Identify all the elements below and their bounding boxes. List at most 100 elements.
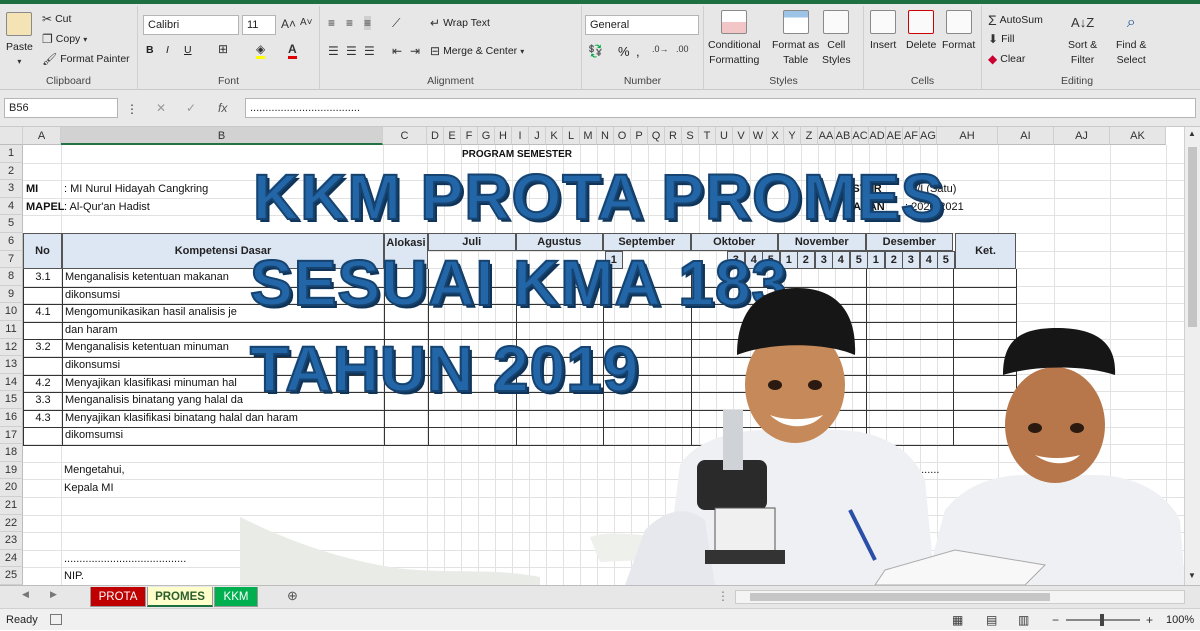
- number-format-select[interactable]: General: [585, 15, 699, 35]
- font-size-select[interactable]: 11: [242, 15, 276, 35]
- orientation-button[interactable]: ⟋: [392, 16, 400, 31]
- column-header-AF[interactable]: AF: [903, 127, 920, 145]
- fill-button[interactable]: ⬇ Fill: [988, 32, 1014, 46]
- column-header-K[interactable]: K: [546, 127, 563, 145]
- conditional-formatting-button[interactable]: Conditional Formatting: [708, 10, 761, 66]
- tab-promes[interactable]: PROMES: [147, 587, 213, 607]
- underline-button[interactable]: U: [184, 44, 192, 56]
- column-header-P[interactable]: P: [631, 127, 648, 145]
- row-header-21[interactable]: 21: [0, 497, 23, 515]
- format-painter-button[interactable]: 🖌 Format Painter: [42, 52, 130, 66]
- copy-button[interactable]: ❐ Copy ▾: [42, 32, 87, 46]
- column-header-W[interactable]: W: [750, 127, 767, 145]
- hscroll-thumb[interactable]: [750, 593, 1050, 601]
- align-bottom-button[interactable]: ≡: [364, 16, 372, 30]
- column-header-L[interactable]: L: [563, 127, 580, 145]
- align-right-button[interactable]: ☰: [364, 44, 375, 58]
- column-header-O[interactable]: O: [614, 127, 631, 145]
- column-header-M[interactable]: M: [580, 127, 597, 145]
- tab-split-icon[interactable]: ⋮: [717, 589, 729, 603]
- column-header-C[interactable]: C: [383, 127, 427, 145]
- row-header-17[interactable]: 17: [0, 426, 23, 445]
- zoom-in-icon[interactable]: +: [1146, 609, 1153, 631]
- row-header-10[interactable]: 10: [0, 303, 23, 321]
- merge-center-button[interactable]: ⊟ Merge & Center ▾: [430, 44, 524, 58]
- scroll-thumb[interactable]: [1188, 147, 1197, 327]
- row-header-4[interactable]: 4: [0, 197, 23, 216]
- fill-color-button[interactable]: ◈: [256, 42, 266, 59]
- comma-button[interactable]: ,: [636, 44, 640, 59]
- column-header-AH[interactable]: AH: [937, 127, 998, 145]
- row-header-1[interactable]: 1: [0, 145, 23, 163]
- row-header-8[interactable]: 8: [0, 268, 23, 286]
- column-header-Y[interactable]: Y: [784, 127, 801, 145]
- row-header-14[interactable]: 14: [0, 373, 23, 392]
- row-header-15[interactable]: 15: [0, 391, 23, 409]
- grow-font-button[interactable]: A˄: [281, 17, 296, 31]
- row-header-19[interactable]: 19: [0, 461, 23, 480]
- column-header-AK[interactable]: AK: [1110, 127, 1166, 145]
- italic-button[interactable]: I: [166, 44, 169, 56]
- column-header-A[interactable]: A: [23, 127, 61, 145]
- select-all-corner[interactable]: [0, 127, 23, 145]
- row-header-24[interactable]: 24: [0, 549, 23, 568]
- add-sheet-icon[interactable]: ⊕: [287, 588, 298, 604]
- row-header-11[interactable]: 11: [0, 321, 23, 339]
- column-header-S[interactable]: S: [682, 127, 699, 145]
- row-header-23[interactable]: 23: [0, 532, 23, 550]
- font-name-select[interactable]: Calibri: [143, 15, 239, 35]
- delete-button[interactable]: Delete: [906, 10, 936, 51]
- column-header-T[interactable]: T: [699, 127, 716, 145]
- column-header-AJ[interactable]: AJ: [1054, 127, 1110, 145]
- sort-filter-button[interactable]: A↓Z Sort & Filter: [1068, 10, 1097, 66]
- row-header-7[interactable]: 7: [0, 250, 23, 269]
- zoom-slider[interactable]: [1066, 614, 1140, 626]
- scroll-down-icon[interactable]: ▼: [1188, 571, 1196, 580]
- wrap-text-button[interactable]: ↵ Wrap Text: [430, 16, 490, 30]
- horizontal-scrollbar[interactable]: [735, 590, 1185, 604]
- column-header-U[interactable]: U: [716, 127, 733, 145]
- scroll-up-icon[interactable]: ▲: [1188, 129, 1196, 138]
- decrease-indent-button[interactable]: ⇤: [392, 44, 402, 58]
- align-center-button[interactable]: ☰: [346, 44, 357, 58]
- tab-kkm[interactable]: KKM: [214, 587, 258, 607]
- row-header-12[interactable]: 12: [0, 338, 23, 357]
- formula-input[interactable]: ....................................: [245, 98, 1196, 118]
- borders-button[interactable]: ⊞: [218, 42, 228, 56]
- check-icon[interactable]: ✓: [186, 101, 196, 115]
- row-header-20[interactable]: 20: [0, 479, 23, 497]
- column-header-AE[interactable]: AE: [886, 127, 903, 145]
- row-header-5[interactable]: 5: [0, 215, 23, 233]
- row-header-9[interactable]: 9: [0, 285, 23, 304]
- column-header-G[interactable]: G: [478, 127, 495, 145]
- function-icon[interactable]: fx: [218, 101, 227, 115]
- cell-styles-button[interactable]: Cell Styles: [822, 10, 851, 66]
- shrink-font-button[interactable]: A˅: [300, 17, 313, 28]
- row-header-18[interactable]: 18: [0, 444, 23, 462]
- column-header-X[interactable]: X: [767, 127, 784, 145]
- zoom-thumb[interactable]: [1100, 614, 1104, 626]
- percent-button[interactable]: %: [618, 44, 630, 59]
- name-box[interactable]: B56: [4, 98, 118, 118]
- format-as-table-button[interactable]: Format as Table: [772, 10, 819, 66]
- row-header-2[interactable]: 2: [0, 162, 23, 181]
- zoom-level[interactable]: 100%: [1166, 609, 1194, 631]
- column-header-Z[interactable]: Z: [801, 127, 818, 145]
- zoom-out-icon[interactable]: −: [1052, 609, 1059, 631]
- align-top-button[interactable]: ≡: [328, 16, 335, 30]
- macro-record-icon[interactable]: [50, 614, 62, 625]
- font-color-button[interactable]: A: [288, 42, 297, 59]
- column-header-N[interactable]: N: [597, 127, 614, 145]
- find-select-button[interactable]: ⌕ Find & Select: [1116, 10, 1146, 67]
- increase-decimal-button[interactable]: .0→: [652, 44, 669, 54]
- row-header-16[interactable]: 16: [0, 409, 23, 427]
- column-header-AD[interactable]: AD: [869, 127, 886, 145]
- column-header-B[interactable]: B: [61, 127, 383, 145]
- bold-button[interactable]: B: [146, 44, 154, 56]
- paste-button[interactable]: Paste ▾: [6, 12, 33, 68]
- format-button[interactable]: Format: [942, 10, 975, 51]
- autosum-button[interactable]: Σ AutoSum: [988, 12, 1043, 28]
- decrease-decimal-button[interactable]: .00: [676, 44, 689, 54]
- column-header-AA[interactable]: AA: [818, 127, 835, 145]
- column-header-D[interactable]: D: [427, 127, 444, 145]
